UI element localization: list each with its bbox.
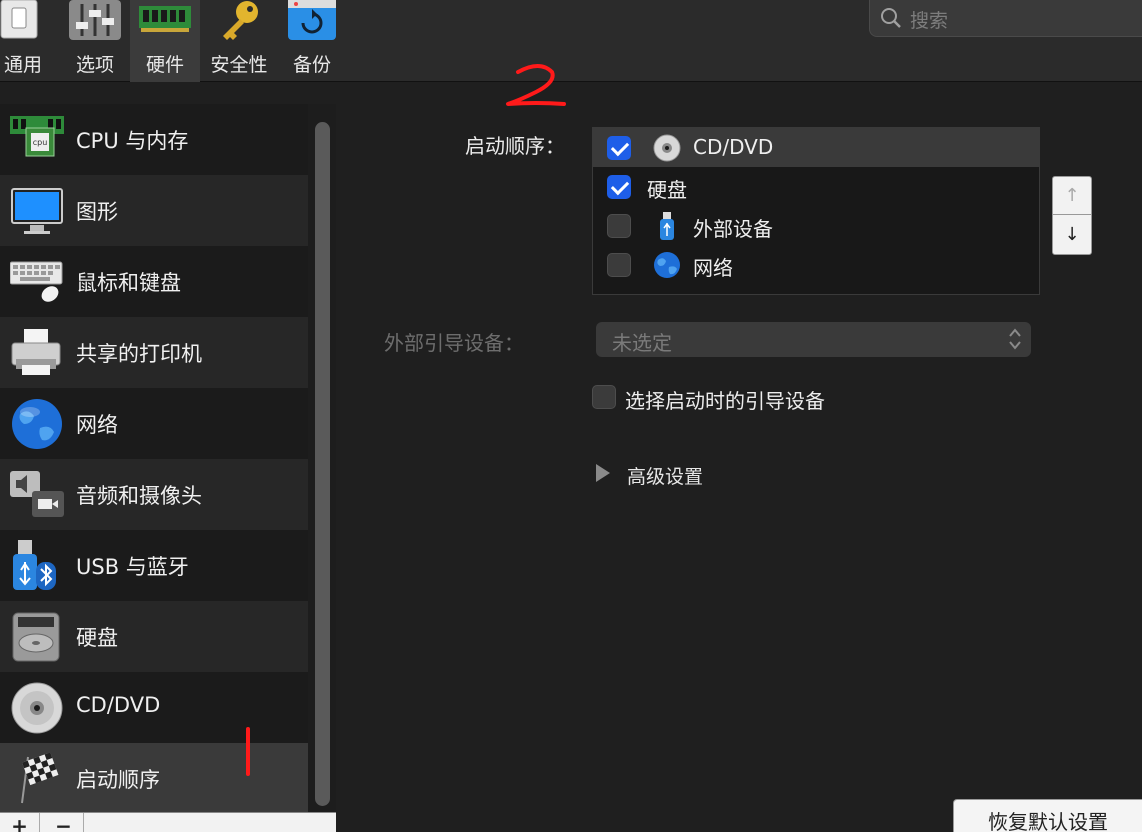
boot-item-cd-dvd[interactable]: CD/DVD [593,128,1039,167]
cd-dvd-icon [653,134,681,162]
backup-icon [288,0,336,40]
boot-external-checkbox[interactable] [607,214,631,238]
toolbar-general[interactable]: 通用 [0,0,46,82]
sidebar-item-cd-dvd[interactable]: CD/DVD [0,672,308,743]
key-icon [223,1,258,40]
sidebar-item-mouse-keyboard[interactable]: 鼠标和键盘 [0,246,308,317]
sidebar-item-audio-camera[interactable]: 音频和摄像头 [0,459,308,530]
remove-button[interactable]: − [44,813,84,832]
sidebar: cpu CPU 与内存 图形 鼠标和键盘 共享的打印机 网络 音频和摄像头 US… [0,104,336,814]
boot-item-hard-disk[interactable]: 硬盘 [593,167,1039,206]
sidebar-item-graphics[interactable]: 图形 [0,175,308,246]
boot-cd-dvd-checkbox[interactable] [607,136,631,160]
globe-icon [12,399,62,449]
sidebar-item-printer[interactable]: 共享的打印机 [0,317,308,388]
audio-camera-icon [10,471,64,517]
monitor-icon [11,188,63,234]
disclosure-triangle-icon [596,464,610,482]
cd-dvd-icon [11,682,63,734]
usb-bluetooth-icon [13,540,56,590]
boot-network-checkbox[interactable] [607,253,631,277]
printer-icon [11,329,61,375]
toolbar-options[interactable]: 选项 [62,0,128,82]
hard-disk-icon [12,612,60,662]
search-field[interactable]: 搜索 [869,0,1142,37]
checkered-flag-icon [21,753,59,804]
external-boot-value: 未选定 [612,331,672,355]
add-button[interactable]: + [0,813,40,832]
move-down-button[interactable]: ↓ [1053,216,1091,254]
updown-chevron-icon [1009,328,1021,350]
search-placeholder: 搜索 [910,10,949,32]
ram-chip-icon [139,6,191,32]
external-boot-label: 外部引导设备： [384,331,524,355]
cpu-memory-icon: cpu [10,116,64,157]
restore-defaults-button[interactable]: 恢复默认设置 [953,799,1142,832]
toolbar-hardware[interactable]: 硬件 [130,0,200,82]
sidebar-item-usb-bluetooth[interactable]: USB 与蓝牙 [0,530,308,601]
boot-hard-disk-checkbox[interactable] [607,175,631,199]
choose-boot-device-label: 选择启动时的引导设备 [625,389,825,413]
globe-icon [654,252,680,278]
external-boot-select[interactable]: 未选定 [596,322,1031,357]
search-icon [881,8,901,28]
keyboard-mouse-icon [10,261,63,302]
usb-drive-icon [660,212,674,240]
advanced-settings-label: 高级设置 [627,466,704,488]
boot-order-reorder: ↑ ↓ [1052,176,1092,255]
sidebar-item-cpu-memory[interactable]: cpu CPU 与内存 [0,104,308,175]
boot-item-network[interactable]: 网络 [593,245,1039,284]
toolbar-backup[interactable]: 备份 [282,0,342,82]
sidebar-item-network[interactable]: 网络 [0,388,308,459]
move-up-button[interactable]: ↑ [1053,177,1091,215]
boot-order-list[interactable]: CD/DVD 硬盘 外部设备 网络 [592,127,1040,295]
boot-order-label: 启动顺序： [465,134,565,158]
toolbar-security[interactable]: 安全性 [204,0,274,82]
sliders-icon [69,0,121,40]
sidebar-scrollbar[interactable] [315,122,330,806]
sidebar-bottom-bar: + − [0,812,336,832]
switch-icon [0,0,38,39]
svg-text:cpu: cpu [33,138,48,147]
boot-item-external[interactable]: 外部设备 [593,206,1039,245]
choose-boot-device-checkbox[interactable] [592,385,616,409]
sidebar-item-hard-disk[interactable]: 硬盘 [0,601,308,672]
sidebar-item-boot-order[interactable]: 启动顺序 [0,743,308,814]
toolbar: 通用 选项 硬件 安全性 备份 搜索 [0,0,1142,82]
